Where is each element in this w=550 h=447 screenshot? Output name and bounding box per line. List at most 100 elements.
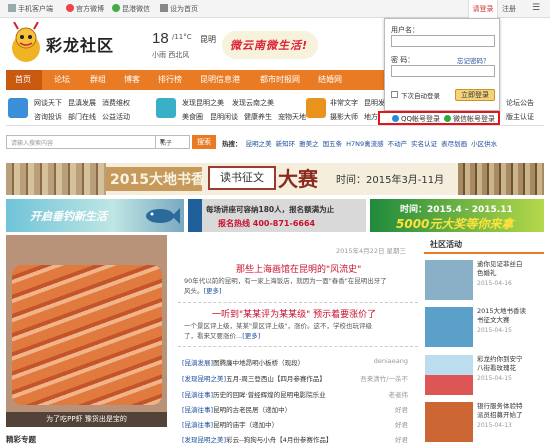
hot-keyword[interactable]: 雅美之 (299, 140, 319, 148)
weather-unit: /11°C (172, 33, 192, 41)
nav-item-ranking[interactable]: 排行榜 (158, 74, 182, 85)
rose-image (425, 355, 473, 395)
lecture-ad[interactable]: 每场讲座可容纳180人，报名额满为止 报名热线 400-871-6664 (188, 199, 366, 232)
book-contest-image (425, 307, 473, 347)
home-icon (160, 4, 168, 12)
sub-link[interactable]: 地方 (364, 112, 378, 122)
headline-2[interactable]: 一听到"某某评为某某级" 预示着要涨价了 (212, 307, 376, 320)
banner-big-text: 大赛 (278, 167, 318, 191)
news-date: 2015年4月22日 星期三 (336, 247, 407, 255)
sub-link[interactable]: 网谈天下 (34, 98, 62, 108)
auto-login-checkbox[interactable] (391, 91, 398, 98)
contest-ad[interactable]: 时间：2015.4 - 2015.11 5000元大奖等你来拿 (370, 199, 544, 232)
divider (178, 302, 418, 303)
weather-city: 昆明 (200, 35, 216, 44)
phone-icon (8, 4, 16, 12)
more-link[interactable]: [更多] (242, 332, 260, 340)
fishing-ad[interactable]: 开启垂钓新生活 (6, 199, 184, 232)
slogan-text: 微云南微生活! (230, 39, 309, 52)
forgot-password-link[interactable]: 忘记密码？ (457, 55, 490, 65)
nav-item-groups[interactable]: 群组 (90, 74, 106, 85)
sub-link[interactable]: 公益活动 (102, 112, 130, 122)
book-contest-banner[interactable]: 2015大地书香 读书征文 大赛 时间：2015年3月-11月 (6, 163, 544, 195)
register-link[interactable]: 注册 (502, 4, 516, 14)
nav-item-wedding[interactable]: 结婚网 (318, 74, 342, 85)
sub-link[interactable]: 美食圈 (182, 112, 203, 122)
ad-text: 报名热线 400-871-6664 (218, 219, 316, 228)
qq-icon (392, 115, 399, 122)
bookshelf-image (6, 163, 106, 195)
username-field[interactable] (391, 35, 495, 47)
slogan-banner[interactable]: 微云南微生活! (222, 31, 318, 59)
hot-keyword[interactable]: 实名认证 (411, 140, 437, 148)
bookshelf-image (458, 163, 544, 195)
shrimp-image (12, 265, 162, 405)
mobile-client-link[interactable]: 手机客户端 (8, 4, 53, 14)
hot-keyword[interactable]: 不动产 (388, 140, 408, 148)
login-dropdown: 用户名： 密 码： 忘记密码？ 下次自动登录 立即登录 (384, 18, 500, 111)
news-row[interactable]: [发现昆明之美]彩云--狗狗与小舟【4月份参赛作品】 好君 (182, 434, 418, 446)
sub-link[interactable]: 昆滇发展 (68, 98, 96, 108)
summary-1-cont: 风头。[更多] (184, 287, 222, 295)
logo-text: 彩龙社区 (46, 36, 115, 55)
sub-link[interactable]: 消费维权 (102, 98, 130, 108)
news-row[interactable]: [昆滇往事]昆明的古老民居（递加中） 好君 (182, 404, 418, 416)
hot-keyword[interactable]: 国五条 (323, 140, 343, 148)
divider (178, 346, 418, 347)
menu-icon[interactable]: ☰ (532, 3, 540, 13)
sub-link[interactable]: 发现昆明之美 (182, 98, 224, 108)
hot-keyword[interactable]: 小区供水 (471, 140, 497, 148)
wechat-login-link[interactable]: 微信帐号登录 (444, 114, 495, 124)
search-input[interactable]: 请输入搜索内容 (6, 135, 156, 149)
sub-link[interactable]: 健康养生 (244, 112, 272, 122)
ad-text: 时间：2015.4 - 2015.11 (400, 205, 513, 215)
sub-link[interactable]: 昆明闲谈 (210, 112, 238, 122)
sub-link[interactable]: 发现云南之美 (232, 98, 274, 108)
summary-2-cont: 了，看来又要涨价...[更多] (184, 332, 261, 340)
nav-item-blog[interactable]: 博客 (124, 74, 140, 85)
search-button[interactable]: 搜索 (192, 135, 216, 149)
news-row[interactable]: [昆滇发展]图腾廉中地昂明小板桥（现段） deniaeang (182, 357, 418, 369)
featured-photo[interactable]: 为了吃PP虾 豫货出是宝的 (6, 235, 167, 427)
sub-link[interactable]: 论坛公告 (506, 98, 534, 108)
nav-item-home[interactable]: 首页 (15, 74, 31, 85)
wechat-link[interactable]: 昆港微信 (112, 4, 150, 14)
news-row[interactable]: [昆滇往事]昆明的庙宇（递加中） 好君 (182, 419, 418, 431)
sub-link[interactable]: 版主认证 (506, 112, 534, 122)
hot-keyword[interactable]: H7N9禽流感 (346, 140, 384, 148)
sub-link[interactable]: 咨询投诉 (34, 112, 62, 122)
hot-keywords: 热搜： 昆明之美 新知环 雅美之 国五条 H7N9禽流感 不动产 实名认证 表尽划画 小区供水 (222, 138, 501, 148)
weibo-link[interactable]: 官方微博 (66, 4, 104, 14)
auto-login-label: 下次自动登录 (401, 92, 440, 100)
search-placeholder: 请输入搜索内容 (11, 140, 54, 147)
nav-item-dushi[interactable]: 都市时报网 (260, 74, 300, 85)
top-bar: 手机客户端 官方微博 昆港微信 设为首页 请登录 注册 ☰ (0, 0, 550, 18)
bank-image (425, 402, 473, 442)
forum-category-icon (8, 98, 28, 118)
password-field[interactable] (391, 65, 495, 77)
search-scope-select[interactable]: 帖子 ▼ (156, 135, 190, 149)
news-row[interactable]: [昆滇往事]历史的回眸·曾经辉煌的昆明电影院乐业 老者纬 (182, 389, 418, 401)
sub-link[interactable]: 非常文字 (330, 98, 358, 108)
hot-keyword[interactable]: 表尽划画 (441, 140, 467, 148)
main-nav: 首页 论坛 群组 博客 排行榜 昆明信息港 都市时报网 结婚网 (6, 70, 384, 90)
login-tab[interactable]: 请登录 (468, 0, 498, 18)
weather-cond: 小雨 西北风 (152, 51, 190, 59)
site-logo[interactable]: 彩龙社区 (6, 21, 124, 70)
sub-link[interactable]: 摄影大师 (330, 112, 358, 122)
news-row[interactable]: [发现昆明之美]五月-周三登西山【四月参赛作品】 吾来清竹/一杀不 (182, 373, 418, 385)
more-link[interactable]: [更多] (204, 287, 222, 295)
summary-2: 一个景区评上级，某某"景区评上级"，涨价。这不，学校也玩评级 (184, 322, 372, 330)
sub-link[interactable]: 宠物天地 (278, 112, 306, 122)
nav-item-forum[interactable]: 论坛 (54, 74, 70, 85)
hot-keyword[interactable]: 新知环 (276, 140, 296, 148)
sub-link[interactable]: 部门在线 (68, 112, 96, 122)
photo-caption: 为了吃PP虾 豫货出是宝的 (6, 412, 167, 427)
qq-login-link[interactable]: QQ帐号登录 (392, 114, 440, 124)
ad-text: 5000元大奖等你来拿 (396, 217, 514, 231)
headline-1[interactable]: 那些上海画馆在昆明的"风流史" (236, 262, 361, 275)
hot-keyword[interactable]: 昆明之美 (246, 140, 272, 148)
set-homepage-link[interactable]: 设为首页 (160, 4, 198, 14)
nav-item-kmxinxi[interactable]: 昆明信息港 (200, 74, 240, 85)
login-button[interactable]: 立即登录 (455, 89, 495, 101)
